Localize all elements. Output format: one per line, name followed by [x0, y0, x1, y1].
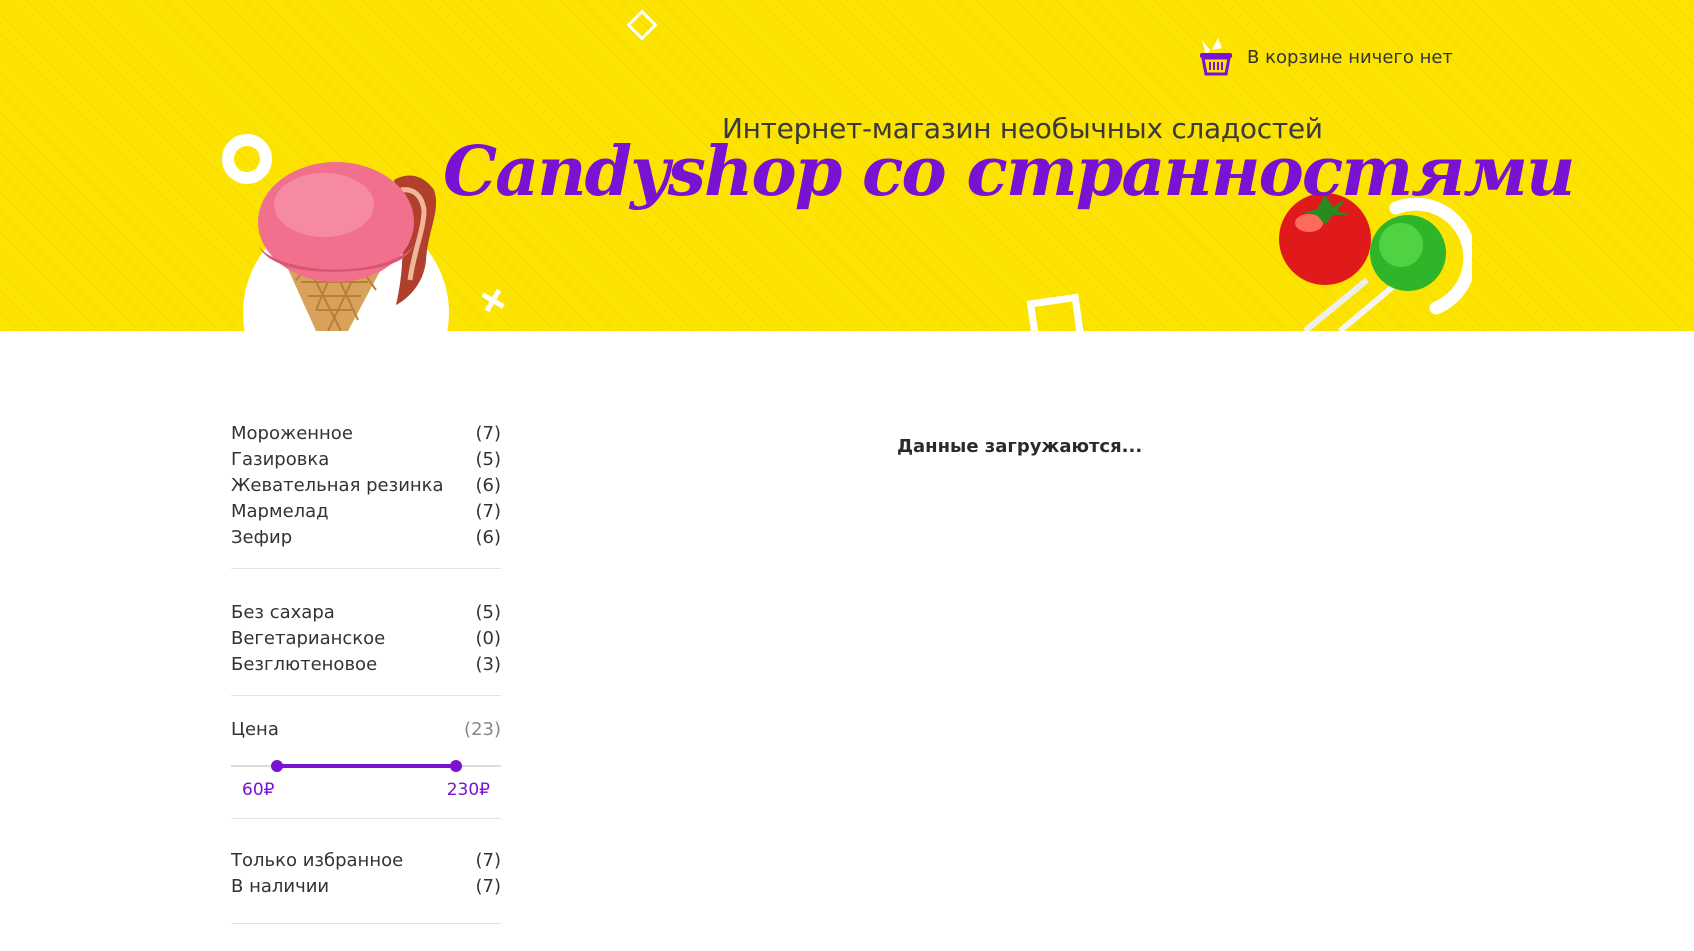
decorative-diamond: [626, 9, 658, 41]
filter-item-marmalade[interactable]: Мармелад (7): [231, 498, 501, 524]
price-count: (23): [464, 718, 501, 740]
filter-item-in-stock[interactable]: В наличии (7): [231, 873, 501, 899]
filter-count: (7): [475, 500, 502, 522]
loading-message: Данные загружаются...: [897, 436, 1143, 457]
basket-icon: [1200, 38, 1232, 76]
filter-item-gluten-free[interactable]: Безглютеновое (3): [231, 651, 501, 677]
price-range-values: 60₽ 230₽: [231, 780, 501, 800]
diet-filter-group: Без сахара (5) Вегетарианское (0) Безглю…: [231, 569, 501, 696]
filter-count: (3): [475, 653, 502, 675]
filter-label: Жевательная резинка: [231, 474, 444, 496]
price-range-slider[interactable]: [231, 754, 501, 778]
price-min-value: 60₽: [242, 780, 275, 800]
filter-item-marshmallow[interactable]: Зефир (6): [231, 524, 501, 550]
filter-label: Зефир: [231, 526, 293, 548]
cart-status-text: В корзине ничего нет: [1247, 46, 1453, 68]
filter-label: Без сахара: [231, 601, 335, 623]
filter-label: Вегетарианское: [231, 627, 386, 649]
slider-selected-range: [277, 764, 456, 768]
filter-label: В наличии: [231, 875, 330, 897]
price-filter-group: Цена (23) 60₽ 230₽: [231, 696, 501, 819]
cart-button[interactable]: В корзине ничего нет: [1196, 36, 1453, 78]
filter-label: Газировка: [231, 448, 330, 470]
filter-count: (5): [475, 601, 502, 623]
filter-count: (7): [475, 875, 502, 897]
filter-item-soda[interactable]: Газировка (5): [231, 446, 501, 472]
filter-item-vegetarian[interactable]: Вегетарианское (0): [231, 625, 501, 651]
price-label: Цена: [231, 718, 279, 740]
filter-count: (6): [475, 474, 502, 496]
filter-label: Мармелад: [231, 500, 329, 522]
filter-label: Безглютеновое: [231, 653, 378, 675]
slider-min-handle[interactable]: [271, 760, 283, 772]
category-filter-group: Мороженное (7) Газировка (5) Жевательная…: [231, 420, 501, 569]
filter-item-chewing-gum[interactable]: Жевательная резинка (6): [231, 472, 501, 498]
filter-item-ice-cream[interactable]: Мороженное (7): [231, 420, 501, 446]
slider-max-handle[interactable]: [450, 760, 462, 772]
filters-sidebar: Мороженное (7) Газировка (5) Жевательная…: [231, 420, 501, 924]
filter-count: (0): [475, 627, 502, 649]
filter-count: (7): [475, 849, 502, 871]
decorative-square: [1026, 293, 1086, 331]
brand-logo-title[interactable]: Candyshop со странностями: [443, 132, 1575, 212]
filter-item-favorites-only[interactable]: Только избранное (7): [231, 847, 501, 873]
filter-count: (6): [475, 526, 502, 548]
price-filter-header: Цена (23): [231, 716, 501, 742]
filter-item-sugar-free[interactable]: Без сахара (5): [231, 599, 501, 625]
filter-label: Мороженное: [231, 422, 353, 444]
filter-count: (7): [475, 422, 502, 444]
filter-count: (5): [475, 448, 502, 470]
filter-label: Только избранное: [231, 849, 404, 871]
header-banner: В корзине ничего нет Интернет-магазин не…: [0, 0, 1694, 331]
other-filter-group: Только избранное (7) В наличии (7): [231, 819, 501, 924]
price-max-value: 230₽: [446, 780, 490, 800]
ice-cream-image: [258, 162, 437, 331]
